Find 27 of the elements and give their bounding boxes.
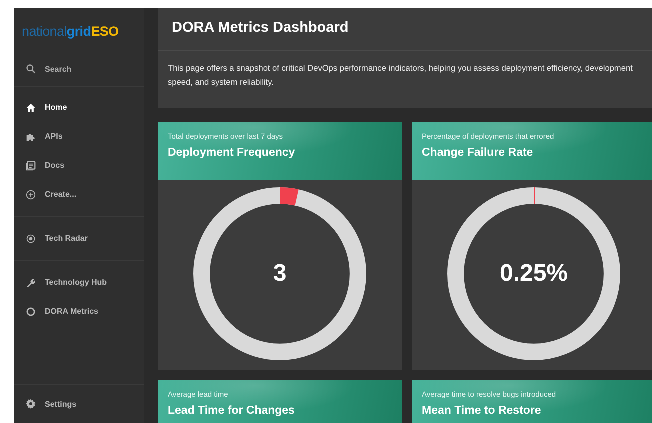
wrench-icon xyxy=(26,278,36,288)
document-icon xyxy=(26,160,36,170)
metric-value: 3 xyxy=(273,260,287,288)
radar-icon xyxy=(26,234,36,244)
card-title: Mean Time to Restore xyxy=(422,405,542,417)
home-icon xyxy=(26,102,36,112)
nav-item[interactable]: DORA Metrics xyxy=(14,297,144,326)
plus-circle-icon xyxy=(26,190,36,200)
nav-item[interactable]: Technology Hub xyxy=(14,268,144,297)
search-button[interactable]: Search xyxy=(14,52,144,86)
page-title: DORA Metrics Dashboard xyxy=(158,8,652,51)
search-icon xyxy=(26,64,36,74)
settings-button[interactable]: Settings xyxy=(14,385,144,423)
settings-icon xyxy=(26,399,36,409)
nav-item[interactable]: APIs xyxy=(14,122,144,151)
metric-value: 0.25% xyxy=(500,260,568,288)
card-title: Deployment Frequency xyxy=(168,147,296,159)
logo: nationalgridESO xyxy=(21,23,120,41)
card-title: Change Failure Rate xyxy=(422,147,534,159)
page-description: This page offers a snapshot of critical DevOps performance indicators, helping you assess deployment efficiency, development speed, and system reliability. xyxy=(167,62,634,89)
nav-item[interactable]: Home xyxy=(14,93,144,122)
nav-item[interactable]: Docs xyxy=(14,151,144,180)
puzzle-icon xyxy=(26,132,36,142)
nav-item[interactable]: Create... xyxy=(14,180,144,209)
card-title: Lead Time for Changes xyxy=(168,405,296,417)
ring-icon xyxy=(26,306,36,316)
nav-item[interactable]: Tech Radar xyxy=(14,224,144,253)
